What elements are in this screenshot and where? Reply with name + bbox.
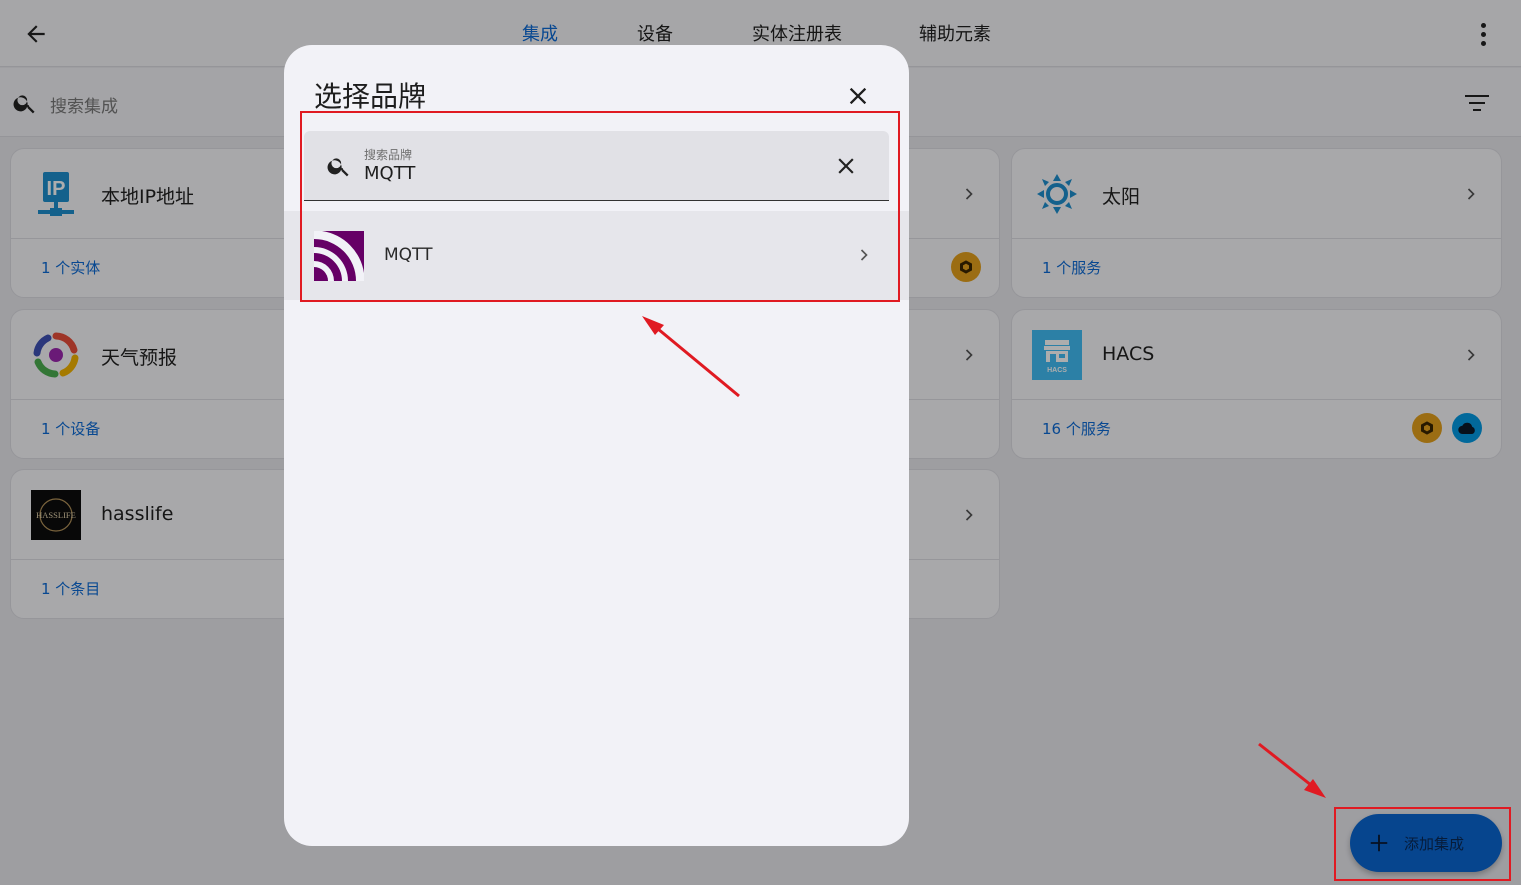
arrow-to-fab [1258, 742, 1317, 791]
arrow-to-result [651, 322, 740, 398]
annotation-arrows [642, 316, 1326, 798]
